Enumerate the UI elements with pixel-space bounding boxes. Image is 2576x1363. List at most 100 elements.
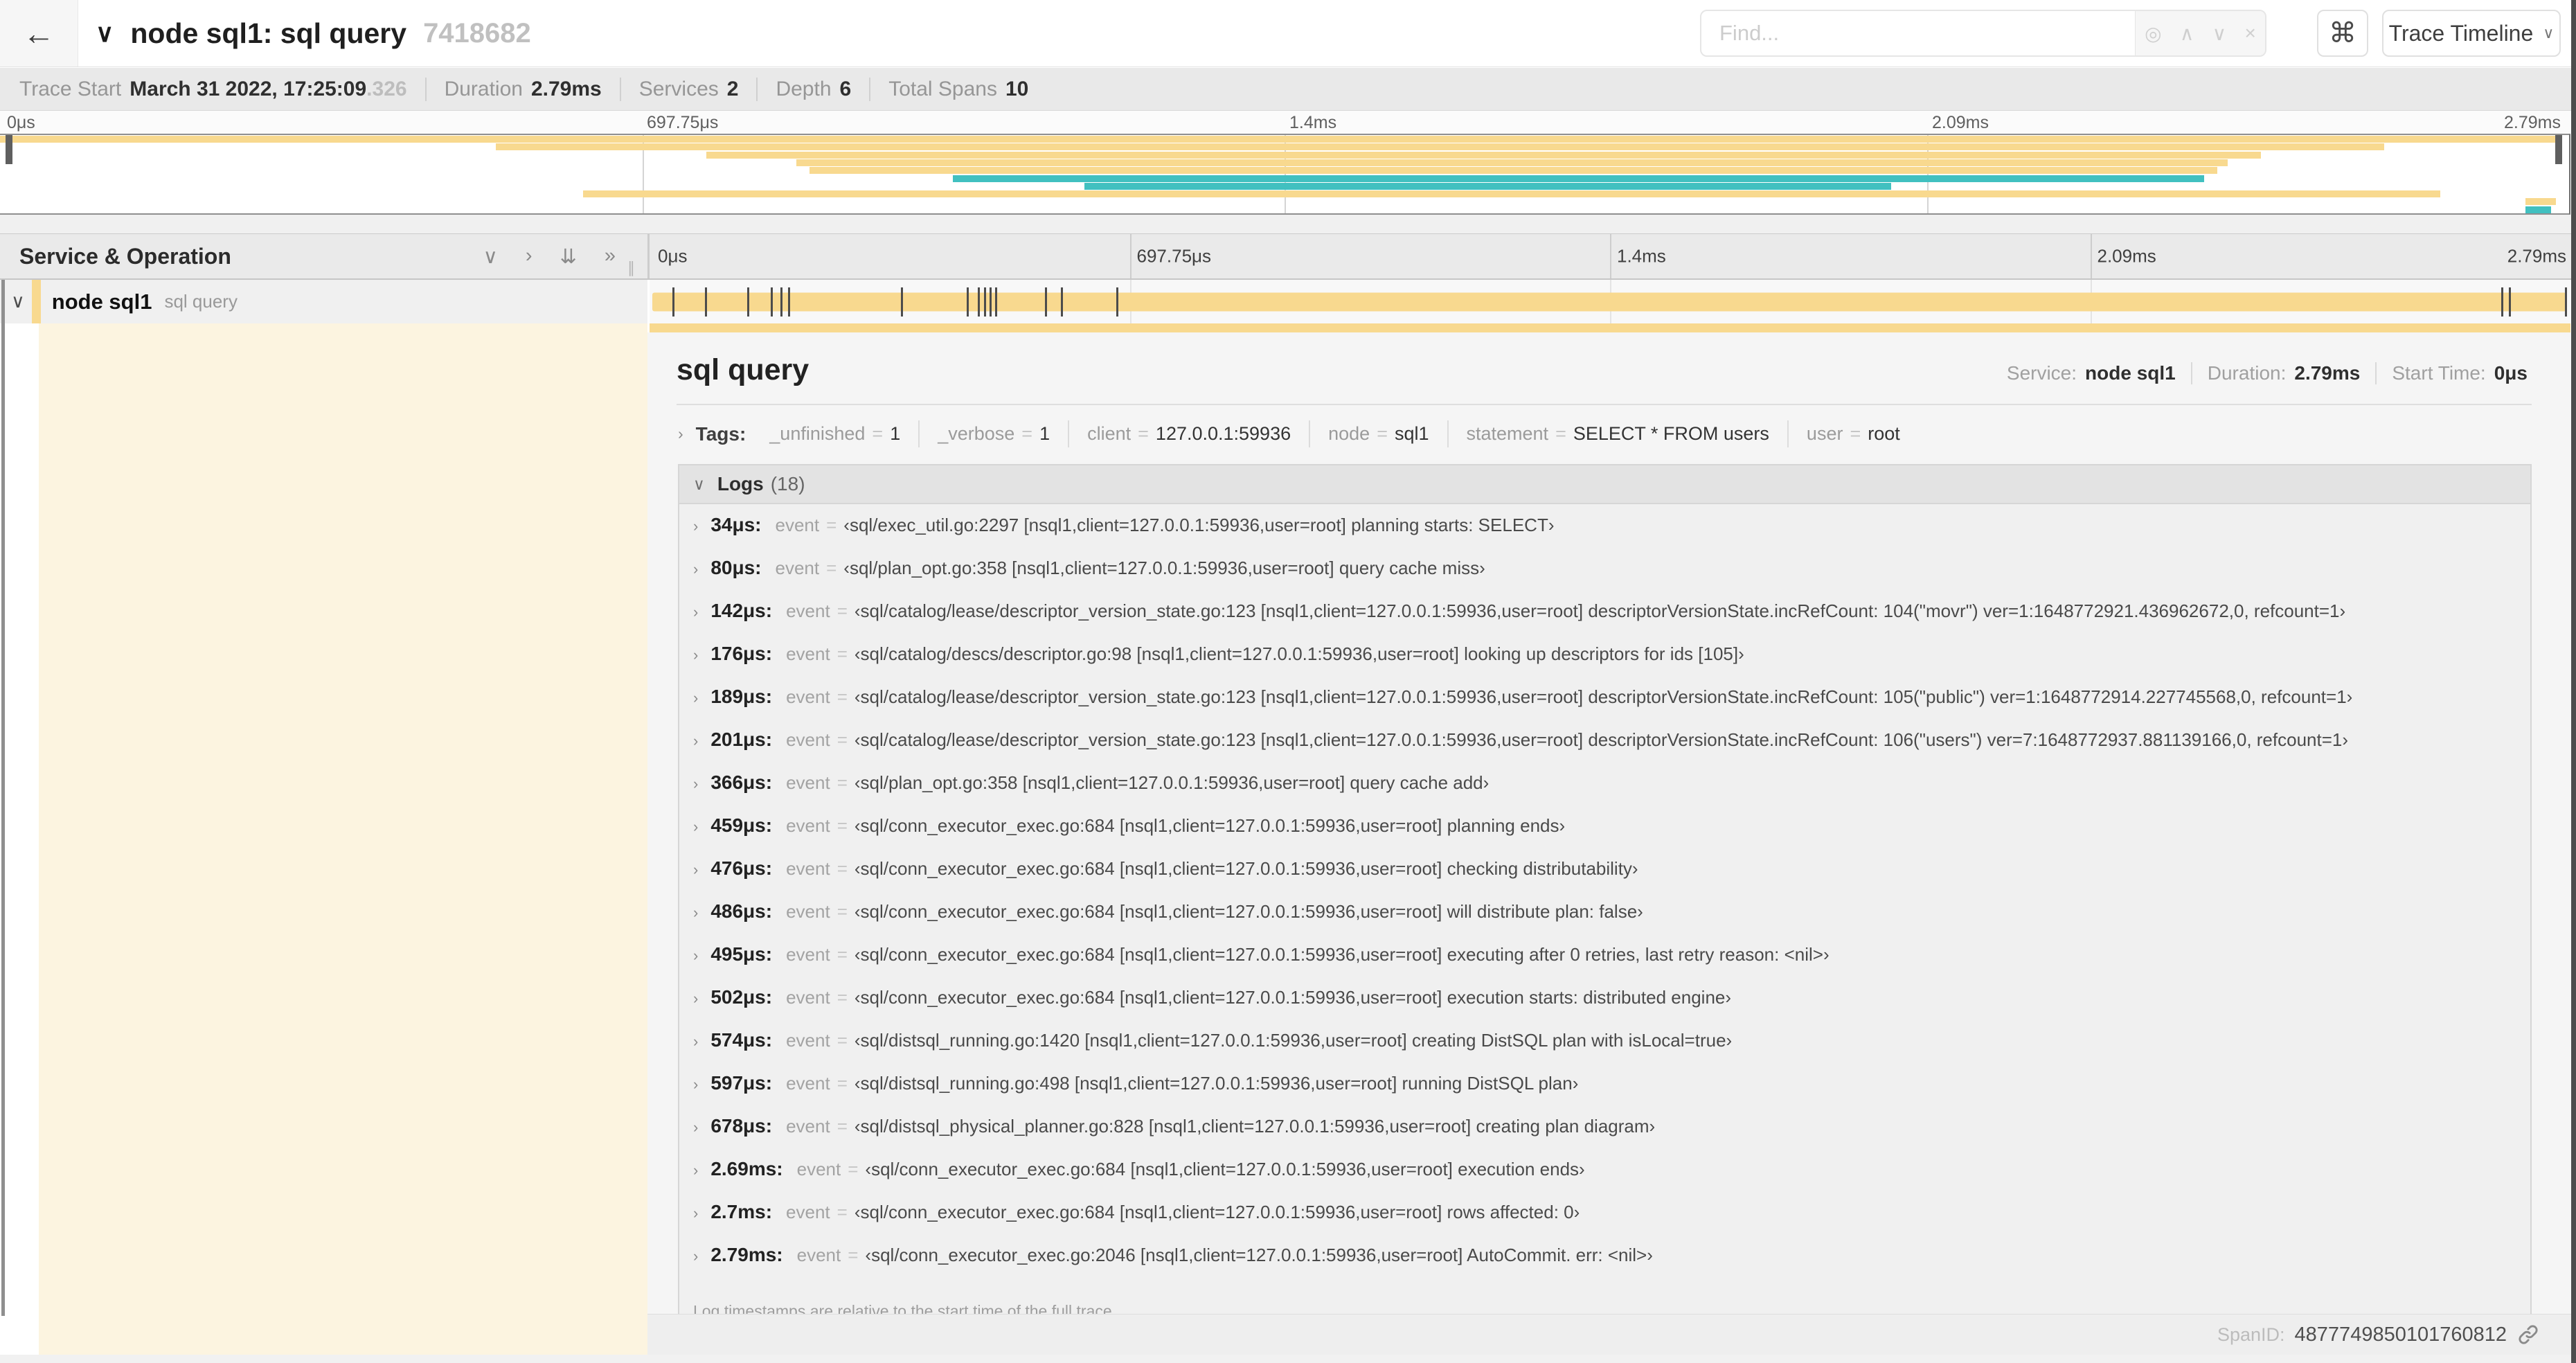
chevron-right-icon: ›: [693, 947, 699, 964]
span-duration-bar[interactable]: [652, 292, 2567, 311]
trace-view-selector[interactable]: Trace Timeline ∨: [2382, 10, 2561, 57]
log-row[interactable]: › 459μs: event = ‹sql/conn_executor_exec.go:…: [679, 814, 2530, 857]
log-field-key: event: [786, 1030, 830, 1051]
log-timestamp: 486μs:: [710, 900, 773, 922]
link-icon[interactable]: [2516, 1323, 2540, 1346]
minimap-span-bar: [796, 159, 2228, 166]
log-row[interactable]: › 142μs: event = ‹sql/catalog/lease/descript…: [679, 600, 2530, 643]
log-row[interactable]: › 574μs: event = ‹sql/distsql_running.go:142…: [679, 1029, 2530, 1072]
log-row[interactable]: › 502μs: event = ‹sql/conn_executor_exec.go:…: [679, 986, 2530, 1029]
log-field-key: event: [786, 815, 830, 836]
minimap-right-handle[interactable]: [2555, 135, 2562, 164]
log-equals: =: [837, 1030, 848, 1051]
timeline-grid-header: Service & Operation ∨ › ⇊ » ∥ 0μs 697.75μs 1.…: [0, 234, 2576, 280]
trace-view-label: Trace Timeline: [2388, 20, 2534, 46]
expand-all-icon[interactable]: »: [605, 244, 616, 269]
span-meta-label: Start Time:: [2392, 362, 2486, 384]
prev-result-icon[interactable]: ∧: [2180, 22, 2194, 45]
vertical-scrollbar[interactable]: [2571, 0, 2576, 1363]
summary-label: Trace Start: [19, 77, 122, 100]
log-row[interactable]: › 597μs: event = ‹sql/distsql_running.go:498…: [679, 1072, 2530, 1115]
tags-row[interactable]: › Tags: _unfinished = 1 _verbose = 1 client = 12…: [678, 420, 2532, 447]
chevron-right-icon: ›: [693, 1033, 699, 1050]
tag-key: client: [1087, 423, 1132, 444]
span-log-marker: [1116, 287, 1119, 317]
back-button[interactable]: ←: [0, 0, 78, 66]
ruler-tick-label: 697.75μs: [1136, 245, 1212, 267]
log-row[interactable]: › 678μs: event = ‹sql/distsql_physical_plann…: [679, 1115, 2530, 1158]
span-id-footer: SpanID: 4877749850101760812: [647, 1314, 2576, 1355]
tag-value: 127.0.0.1:59936: [1155, 423, 1291, 444]
span-expander-icon[interactable]: ∨: [11, 291, 25, 312]
log-row[interactable]: › 476μs: event = ‹sql/conn_executor_exec.go:…: [679, 857, 2530, 900]
back-arrow-icon: ←: [23, 15, 55, 51]
detail-divider: [677, 404, 2532, 405]
log-timestamp: 201μs:: [710, 729, 773, 750]
log-row[interactable]: › 486μs: event = ‹sql/conn_executor_exec.go:…: [679, 900, 2530, 943]
span-log-marker: [747, 287, 750, 317]
span-row[interactable]: ∨ node sql1 sql query: [0, 280, 2576, 323]
span-meta-item: Service: node sql1: [1992, 362, 2192, 384]
log-row[interactable]: › 366μs: event = ‹sql/plan_opt.go:358 [nsql1…: [679, 772, 2530, 814]
minimap-span-bar: [583, 190, 2441, 198]
expand-one-icon[interactable]: ›: [526, 244, 533, 269]
log-row[interactable]: › 2.69ms: event = ‹sql/conn_executor_exec.go…: [679, 1158, 2530, 1201]
minimap-span-bar: [809, 167, 2217, 175]
log-row[interactable]: › 189μs: event = ‹sql/catalog/lease/descript…: [679, 686, 2530, 729]
find-input[interactable]: [1719, 21, 2135, 46]
minimap-gap: [0, 215, 2576, 234]
tag-value: SELECT * FROM users: [1573, 423, 1769, 444]
log-row[interactable]: › 34μs: event = ‹sql/exec_util.go:2297 [nsql…: [679, 514, 2530, 557]
minimap-tick-label: 2.09ms: [1932, 113, 1989, 132]
span-detail-panel: sql query Service: node sql1 Duration: 2.79…: [647, 332, 2576, 1314]
summary-value: 10: [1005, 77, 1029, 100]
minimap-left-handle[interactable]: [6, 135, 12, 164]
find-buttons: ◎ ∧ ∨ ×: [2135, 11, 2265, 55]
log-row[interactable]: › 176μs: event = ‹sql/catalog/descs/descript…: [679, 643, 2530, 686]
collapse-trace-icon[interactable]: ∨: [96, 19, 114, 48]
span-service-name: node sql1: [51, 289, 152, 314]
span-meta-value: 0μs: [2494, 362, 2528, 384]
span-log-marker: [2509, 287, 2512, 317]
chevron-right-icon: ›: [693, 1076, 699, 1093]
summary-label: Services: [638, 77, 719, 100]
minimap-span-bar: [2525, 206, 2552, 213]
log-timestamp: 2.69ms:: [710, 1158, 783, 1179]
span-row-name-column[interactable]: ∨ node sql1 sql query: [0, 280, 647, 323]
log-timestamp: 678μs:: [710, 1115, 773, 1137]
log-row[interactable]: › 2.79ms: event = ‹sql/conn_executor_exec.go…: [679, 1244, 2530, 1287]
log-equals: =: [837, 772, 848, 793]
log-timestamp: 495μs:: [710, 943, 773, 965]
span-log-marker: [705, 287, 708, 317]
span-log-marker: [770, 287, 773, 317]
column-resize-grip[interactable]: ∥: [627, 259, 635, 277]
tag-equals: =: [1138, 423, 1149, 444]
locate-icon[interactable]: ◎: [2145, 22, 2161, 45]
next-result-icon[interactable]: ∨: [2212, 22, 2227, 45]
clear-search-icon[interactable]: ×: [2244, 22, 2255, 44]
log-timestamp: 476μs:: [710, 857, 773, 879]
collapse-all-icon[interactable]: ⇊: [560, 244, 577, 269]
log-timestamp: 2.79ms:: [710, 1244, 783, 1265]
minimap-span-bar: [1084, 182, 1891, 190]
log-row[interactable]: › 2.7ms: event = ‹sql/conn_executor_exec.go:…: [679, 1201, 2530, 1244]
logs-header[interactable]: ∨ Logs (18): [679, 465, 2530, 504]
chevron-right-icon: ›: [693, 775, 699, 792]
log-timestamp: 2.7ms:: [710, 1201, 773, 1222]
log-field-key: event: [796, 1159, 841, 1179]
keyboard-shortcuts-button[interactable]: ⌘: [2317, 10, 2368, 57]
span-log-marker: [672, 287, 675, 317]
span-detail-header: sql query Service: node sql1 Duration: 2.79…: [647, 332, 2576, 387]
span-id-label: SpanID:: [2217, 1324, 2285, 1345]
summary-label: Depth: [776, 77, 832, 100]
log-row[interactable]: › 495μs: event = ‹sql/conn_executor_exec.go:…: [679, 943, 2530, 986]
collapse-one-icon[interactable]: ∨: [483, 244, 498, 269]
span-row-timeline[interactable]: [650, 280, 2570, 323]
log-field-key: event: [786, 600, 830, 621]
summary-item: Total Spans 10: [888, 78, 1046, 101]
timeline-minimap[interactable]: [0, 134, 2570, 215]
log-row[interactable]: › 201μs: event = ‹sql/catalog/lease/descript…: [679, 729, 2530, 772]
log-timestamp: 574μs:: [710, 1029, 773, 1051]
log-equals: =: [837, 1073, 848, 1094]
log-row[interactable]: › 80μs: event = ‹sql/plan_opt.go:358 [nsql1,…: [679, 557, 2530, 600]
